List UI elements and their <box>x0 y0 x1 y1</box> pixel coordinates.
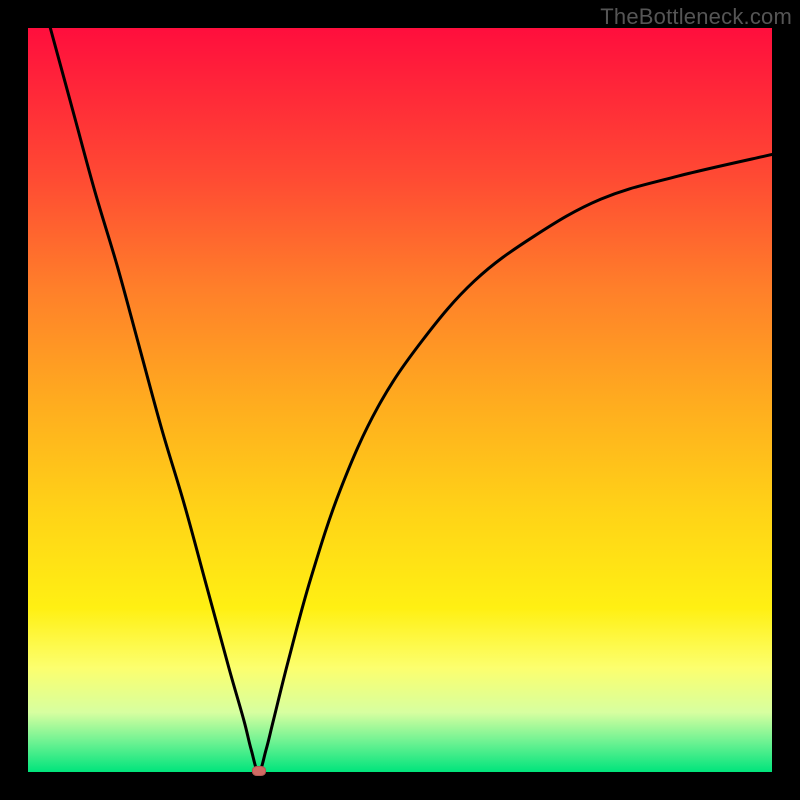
minimum-marker <box>252 766 266 776</box>
watermark-text: TheBottleneck.com <box>600 4 792 30</box>
curve-svg <box>28 28 772 772</box>
chart-container: TheBottleneck.com <box>0 0 800 800</box>
plot-area <box>28 28 772 772</box>
curve-path <box>50 28 772 772</box>
